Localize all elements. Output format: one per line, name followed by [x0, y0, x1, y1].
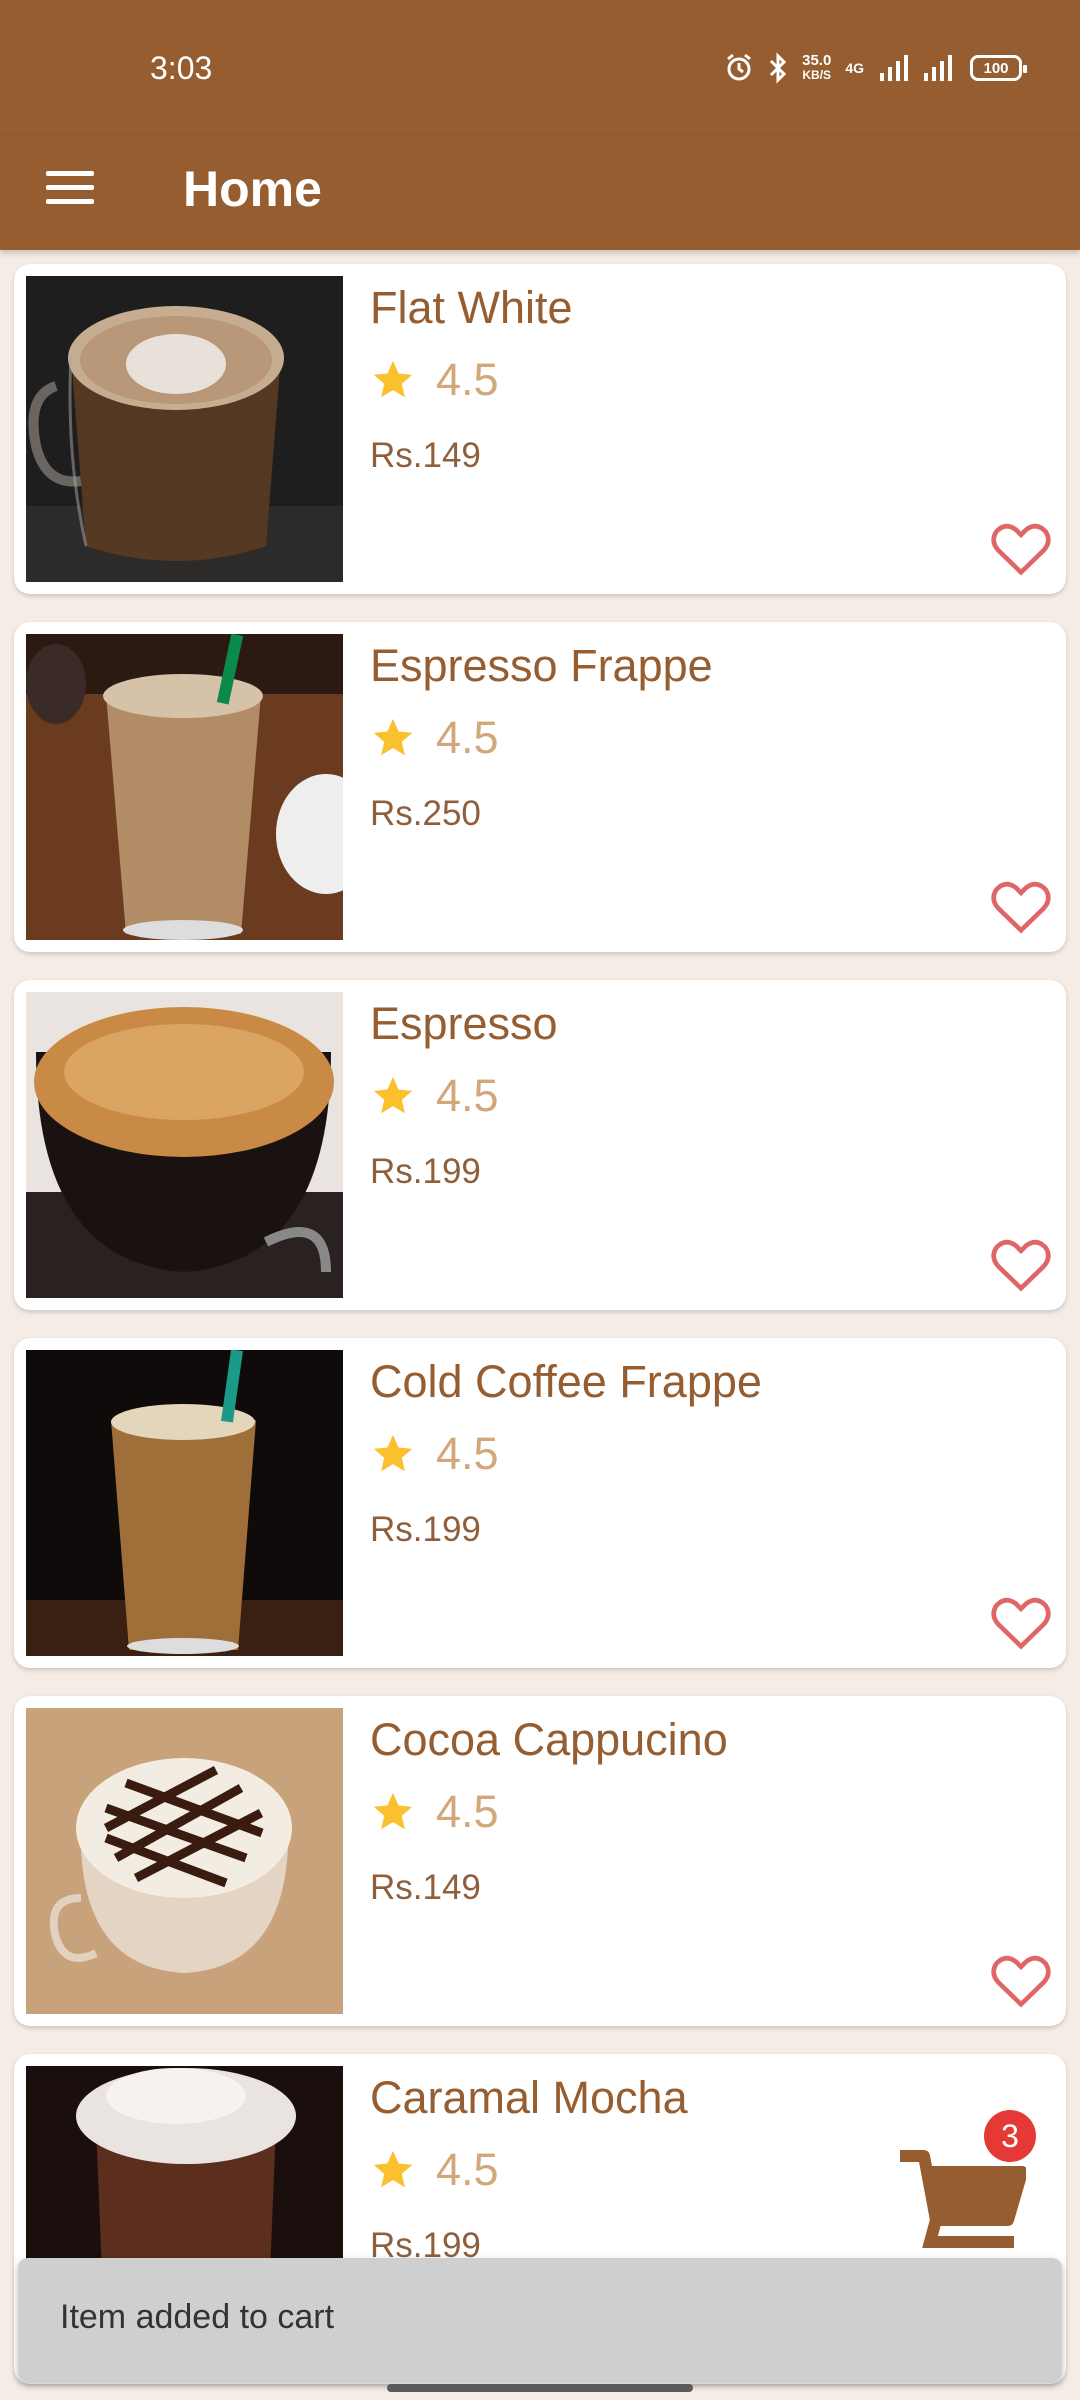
status-bar: 3:03 35.0 KB/S 4G 100: [0, 0, 1080, 136]
rating-value: 4.5: [436, 2144, 499, 2195]
product-list[interactable]: Flat White 4.5 Rs.149 Espresso Frappe 4.…: [0, 250, 1080, 2400]
star-icon: [373, 1792, 413, 1830]
status-icons: 35.0 KB/S 4G 100: [724, 48, 1027, 88]
product-image: [26, 634, 343, 940]
product-name: Caramal Mocha: [370, 2072, 688, 2123]
product-image: [26, 1708, 343, 2014]
rating-value: 4.5: [436, 354, 499, 405]
product-image: [26, 992, 343, 1298]
cart-icon[interactable]: [896, 2150, 1026, 2260]
gesture-nav-handle[interactable]: [387, 2384, 693, 2392]
favorite-heart-icon[interactable]: [990, 1952, 1052, 2010]
product-rating: 4.5: [370, 354, 499, 406]
star-icon: [373, 360, 413, 398]
menu-icon[interactable]: [46, 162, 96, 212]
product-card[interactable]: Cold Coffee Frappe 4.5 Rs.199: [14, 1338, 1066, 1668]
product-rating: 4.5: [370, 712, 499, 764]
product-card[interactable]: Flat White 4.5 Rs.149: [14, 264, 1066, 594]
rating-value: 4.5: [436, 712, 499, 763]
page-title: Home: [183, 161, 322, 217]
product-image: [26, 1350, 343, 1656]
product-price: Rs.199: [370, 1510, 481, 1549]
product-card[interactable]: Cocoa Cappucino 4.5 Rs.149: [14, 1696, 1066, 2026]
snackbar: Item added to cart: [18, 2258, 1062, 2382]
rating-value: 4.5: [436, 1070, 499, 1121]
product-name: Cocoa Cappucino: [370, 1714, 728, 1765]
snackbar-message: Item added to cart: [60, 2298, 335, 2336]
status-time: 3:03: [150, 50, 213, 86]
rating-value: 4.5: [436, 1428, 499, 1479]
star-icon: [373, 2150, 413, 2188]
star-icon: [373, 1434, 413, 1472]
product-price: Rs.149: [370, 1868, 481, 1907]
product-price: Rs.199: [370, 1152, 481, 1191]
battery-icon: 100: [970, 55, 1027, 81]
signal-icon: [880, 55, 908, 81]
bluetooth-icon: [770, 52, 787, 84]
product-rating: 4.5: [370, 1786, 499, 1838]
product-rating: 4.5: [370, 2144, 499, 2196]
network-speed: 35.0 KB/S: [802, 52, 832, 82]
favorite-heart-icon[interactable]: [990, 520, 1052, 578]
product-name: Cold Coffee Frappe: [370, 1356, 762, 1407]
product-rating: 4.5: [370, 1428, 499, 1480]
alarm-icon: [727, 53, 752, 81]
rating-value: 4.5: [436, 1786, 499, 1837]
star-icon: [373, 718, 413, 756]
network-type: 4G: [845, 60, 864, 76]
product-name: Espresso Frappe: [370, 640, 713, 691]
product-name: Flat White: [370, 282, 573, 333]
signal-icon-2: [924, 55, 952, 81]
star-icon: [373, 1076, 413, 1114]
product-card[interactable]: Espresso Frappe 4.5 Rs.250: [14, 622, 1066, 952]
favorite-heart-icon[interactable]: [990, 878, 1052, 936]
product-card[interactable]: Espresso 4.5 Rs.199: [14, 980, 1066, 1310]
product-name: Espresso: [370, 998, 558, 1049]
favorite-heart-icon[interactable]: [990, 1236, 1052, 1294]
favorite-heart-icon[interactable]: [990, 1594, 1052, 1652]
product-rating: 4.5: [370, 1070, 499, 1122]
cart-count-badge: 3: [984, 2110, 1036, 2162]
product-price: Rs.250: [370, 794, 481, 833]
product-image: [26, 276, 343, 582]
app-toolbar: Home: [0, 136, 1080, 250]
product-price: Rs.149: [370, 436, 481, 475]
